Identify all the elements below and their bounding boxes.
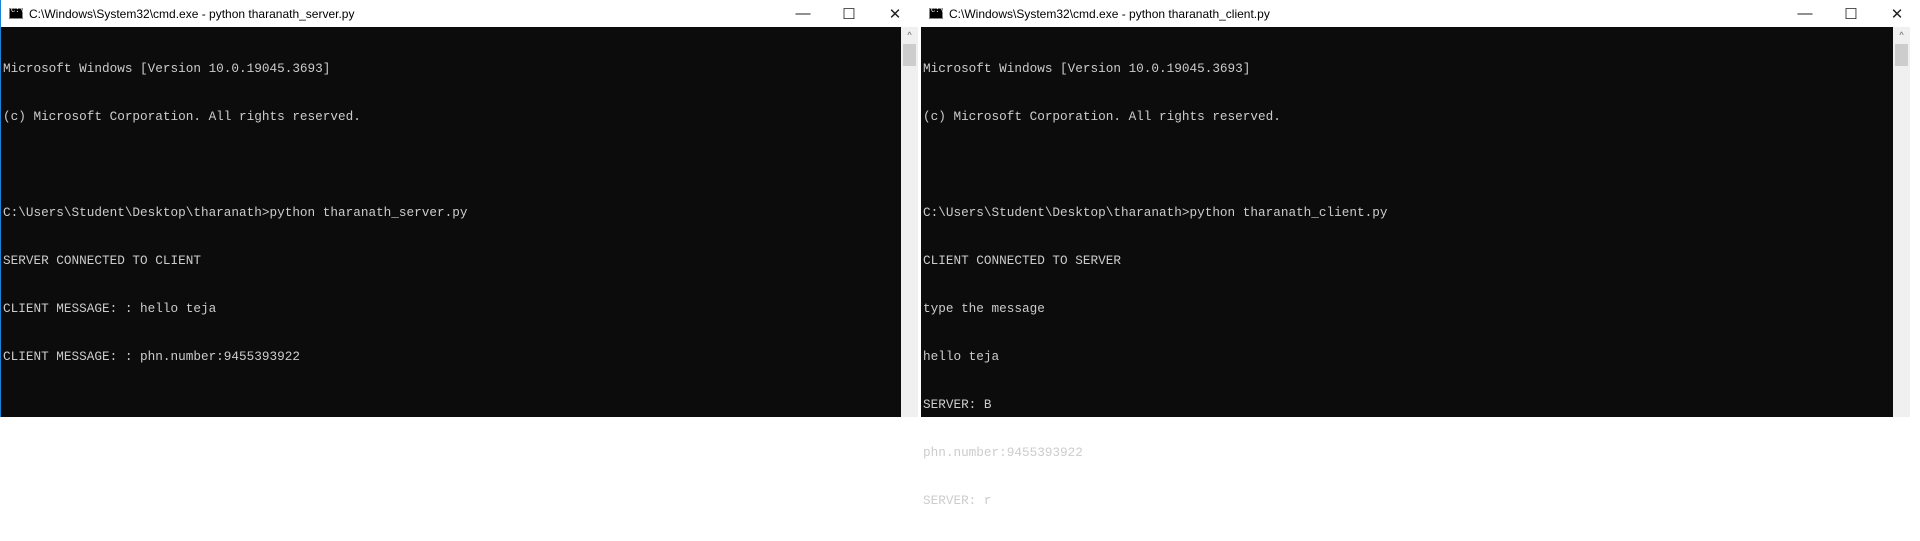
- client-cmd-window: C:\Windows\System32\cmd.exe - python tha…: [921, 0, 1920, 508]
- close-button[interactable]: ✕: [872, 0, 918, 27]
- maximize-button[interactable]: ☐: [826, 0, 872, 27]
- console-line: (c) Microsoft Corporation. All rights re…: [923, 109, 1281, 124]
- console-line: SERVER: B: [923, 397, 992, 412]
- console-output[interactable]: Microsoft Windows [Version 10.0.19045.36…: [3, 29, 467, 397]
- window-title: C:\Windows\System32\cmd.exe - python tha…: [949, 6, 1270, 21]
- console-line: CLIENT MESSAGE: : phn.number:9455393922: [3, 349, 300, 364]
- server-cmd-window: C:\Windows\System32\cmd.exe - python tha…: [0, 0, 918, 417]
- console-line: CLIENT CONNECTED TO SERVER: [923, 253, 1121, 268]
- minimize-button[interactable]: —: [780, 0, 826, 27]
- console-line: SERVER: r: [923, 493, 992, 508]
- vertical-scrollbar[interactable]: ^: [901, 27, 918, 417]
- minimize-button[interactable]: —: [1782, 0, 1828, 27]
- scroll-up-icon[interactable]: ^: [901, 27, 918, 44]
- console-line: Microsoft Windows [Version 10.0.19045.36…: [3, 61, 331, 76]
- window-title: C:\Windows\System32\cmd.exe - python tha…: [29, 6, 355, 21]
- console-line: SERVER CONNECTED TO CLIENT: [3, 253, 201, 268]
- scroll-thumb[interactable]: [1895, 44, 1908, 66]
- scroll-thumb[interactable]: [903, 44, 916, 66]
- console-output[interactable]: Microsoft Windows [Version 10.0.19045.36…: [923, 29, 1387, 541]
- cmd-icon: [929, 7, 944, 19]
- vertical-scrollbar[interactable]: ^: [1893, 27, 1910, 417]
- maximize-button[interactable]: ☐: [1828, 0, 1874, 27]
- console-line: hello teja: [923, 349, 1000, 364]
- title-bar[interactable]: C:\Windows\System32\cmd.exe - python tha…: [921, 0, 1920, 27]
- title-bar[interactable]: C:\Windows\System32\cmd.exe - python tha…: [1, 0, 918, 27]
- console-line: C:\Users\Student\Desktop\tharanath>pytho…: [3, 205, 468, 220]
- scroll-up-icon[interactable]: ^: [1893, 27, 1910, 44]
- console-line: phn.number:9455393922: [923, 445, 1083, 460]
- console-line: Microsoft Windows [Version 10.0.19045.36…: [923, 61, 1251, 76]
- console-line: (c) Microsoft Corporation. All rights re…: [3, 109, 361, 124]
- console-line: CLIENT MESSAGE: : hello teja: [3, 301, 217, 316]
- console-line: type the message: [923, 301, 1045, 316]
- console-line: C:\Users\Student\Desktop\tharanath>pytho…: [923, 205, 1388, 220]
- close-button[interactable]: ✕: [1874, 0, 1920, 27]
- window-edge: [1910, 27, 1920, 417]
- cmd-icon: [9, 7, 24, 19]
